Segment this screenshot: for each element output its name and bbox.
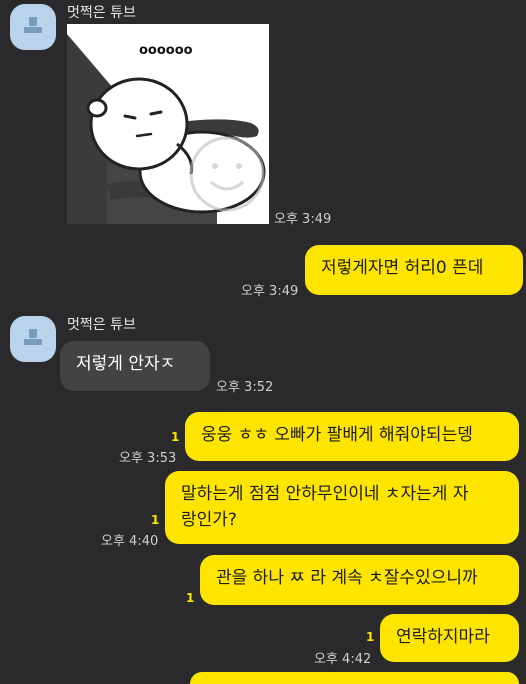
message-text: 저렇게 안자ㅈ	[76, 354, 176, 374]
outgoing-message-bubble[interactable]: 저렇게자면 허리0 픈데	[305, 245, 523, 295]
sender-avatar[interactable]	[10, 316, 56, 362]
sticker-message[interactable]: oooooo	[67, 24, 269, 224]
outgoing-message-bubble[interactable]: 웅웅 ㅎㅎ 오빠가 팔배게 해줘야되는뎅	[185, 412, 519, 461]
message-time: 오후 3:49	[241, 284, 299, 299]
sender-name: 멋쩍은 튜브	[67, 317, 136, 333]
unread-count: 1	[171, 430, 180, 444]
message-text: 관을 하나 ㅉ 라 계속 ㅊ잘수있으니까	[216, 568, 478, 588]
profile-avatar-icon	[24, 17, 42, 33]
outgoing-message-bubble[interactable]: 관을 하나 ㅉ 라 계속 ㅊ잘수있으니까	[200, 555, 519, 605]
incoming-message-bubble[interactable]: 저렇게 안자ㅈ	[60, 341, 210, 391]
message-time: 오후 3:53	[119, 451, 177, 466]
sender-name: 멋쩍은 튜브	[67, 5, 136, 21]
outgoing-message-bubble[interactable]: 말하는게 점점 안하무인이네 ㅊ자는게 자 랑인가?	[165, 471, 519, 544]
outgoing-message-bubble-partial[interactable]	[190, 672, 519, 684]
profile-avatar-icon	[24, 329, 42, 345]
sticker-image: oooooo	[67, 24, 269, 224]
sender-avatar[interactable]	[10, 4, 56, 50]
unread-count: 1	[186, 591, 195, 605]
message-text: 저렇게자면 허리0 픈데	[321, 258, 484, 278]
message-text-line: 말하는게 점점 안하무인이네 ㅊ자는게 자	[181, 484, 469, 504]
outgoing-message-bubble[interactable]: 연락하지마라	[380, 614, 519, 662]
message-time: 오후 4:42	[314, 652, 372, 667]
unread-count: 1	[151, 513, 160, 527]
message-text: 웅웅 ㅎㅎ 오빠가 팔배게 해줘야되는뎅	[201, 425, 473, 445]
unread-count: 1	[366, 630, 375, 644]
message-time: 오후 3:52	[216, 380, 274, 395]
message-time: 오후 3:49	[274, 212, 332, 227]
message-time: 오후 4:40	[101, 534, 159, 549]
sticker-dots: oooooo	[139, 43, 193, 58]
message-text: 연락하지마라	[396, 627, 490, 647]
message-text-line: 랑인가?	[181, 510, 237, 530]
